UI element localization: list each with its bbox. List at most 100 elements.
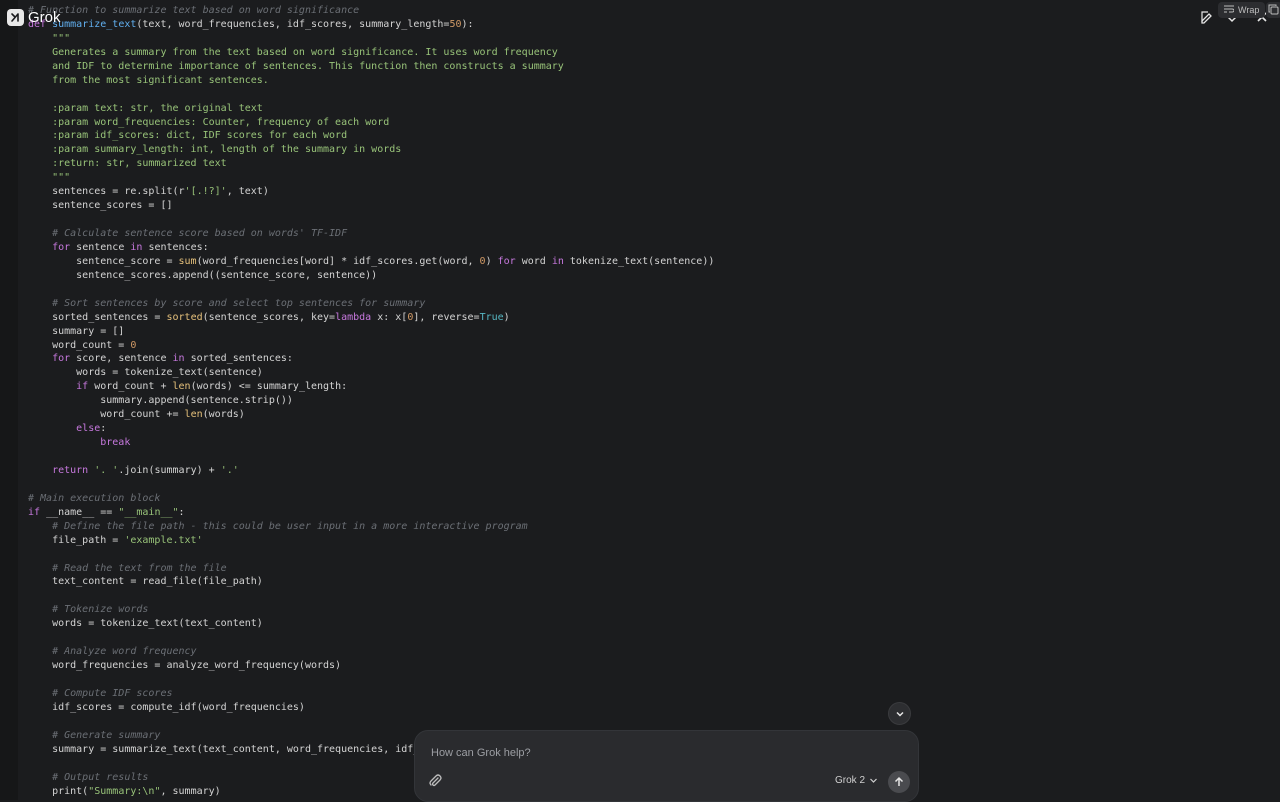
code-token: # Read the text from the file: [28, 562, 227, 574]
code-token: (words): [202, 409, 245, 421]
code-token: ): [485, 255, 498, 267]
app-logo[interactable]: Grok: [7, 9, 61, 26]
code-token: word: [515, 255, 552, 267]
code-token: ):: [461, 18, 474, 30]
code-line: for score, sentence in sorted_sentences:: [28, 352, 714, 366]
code-token: for: [28, 241, 71, 253]
code-token: sentence_scores.append((sentence_score, …: [28, 269, 378, 281]
code-token: and IDF to determine importance of sente…: [28, 60, 564, 72]
code-token: sorted: [166, 311, 203, 323]
code-line: # Read the text from the file: [28, 562, 714, 576]
code-token: x: x[: [371, 311, 408, 323]
code-token: .join(summary) +: [118, 464, 221, 476]
code-panel: # Function to summarize text based on wo…: [18, 0, 1280, 800]
code-token: lambda: [335, 311, 372, 323]
code-line: :param text: str, the original text: [28, 102, 714, 116]
code-token: # Output results: [28, 771, 149, 783]
code-token: # Define the file path - this could be u…: [28, 520, 528, 532]
code-line: word_frequencies = analyze_word_frequenc…: [28, 659, 714, 673]
code-token: (words) <= summary_length:: [190, 381, 348, 393]
wrap-toggle-button[interactable]: Wrap: [1218, 2, 1266, 18]
scroll-to-bottom-button[interactable]: [888, 702, 911, 725]
code-token: summary = []: [28, 325, 125, 337]
code-token: # Calculate sentence score based on word…: [28, 228, 348, 239]
code-token: sentence_score =: [28, 255, 179, 267]
code-token: from the most significant sentences.: [28, 74, 269, 86]
code-token: :param idf_scores: dict, IDF scores for …: [28, 130, 348, 142]
code-token: sentence_scores = []: [28, 200, 173, 212]
code-line: # Function to summarize text based on wo…: [28, 4, 714, 18]
code-token: word_count =: [28, 339, 131, 351]
code-token: sentences = re.split(r: [28, 186, 185, 198]
code-token: :param summary_length: int, length of th…: [28, 144, 402, 156]
code-token: 'example.txt': [124, 534, 203, 546]
code-token: in: [172, 353, 185, 365]
code-token: in: [551, 255, 564, 267]
code-token: else: [28, 423, 101, 435]
code-token: score, sentence: [70, 353, 173, 365]
code-token: (text, word_frequencies, idf_scores, sum…: [136, 18, 450, 30]
paperclip-icon[interactable]: [427, 773, 443, 789]
code-token: """: [28, 172, 71, 184]
code-line: # Main execution block: [28, 492, 714, 506]
code-token: words = tokenize_text(sentence): [28, 367, 263, 379]
code-token: return: [28, 464, 89, 476]
code-line: break: [28, 436, 714, 450]
code-token: ): [503, 311, 510, 323]
chevron-down-icon: [870, 778, 877, 783]
copy-code-button[interactable]: [1266, 2, 1280, 18]
code-token: summary.append(sentence.strip()): [28, 395, 293, 407]
code-line: # Define the file path - this could be u…: [28, 520, 714, 534]
code-line: # Sort sentences by score and select top…: [28, 297, 714, 311]
code-line: if word_count + len(words) <= summary_le…: [28, 380, 714, 394]
code-token: word_count +=: [28, 409, 185, 421]
code-line: :param word_frequencies: Counter, freque…: [28, 116, 714, 130]
code-token: (word_frequencies[word] * idf_scores.get…: [196, 255, 480, 267]
code-token: :return: str, summarized text: [28, 158, 227, 170]
code-line: :return: str, summarized text: [28, 157, 714, 171]
model-selector[interactable]: Grok 2: [835, 775, 878, 786]
code-line: :param summary_length: int, length of th…: [28, 143, 714, 157]
code-line: return '. '.join(summary) + '.': [28, 464, 714, 478]
code-line: from the most significant sentences.: [28, 74, 714, 88]
code-token: file_path =: [28, 534, 125, 546]
arrow-up-icon: [894, 776, 904, 786]
code-token: sentences:: [142, 241, 209, 253]
send-button[interactable]: [888, 771, 910, 793]
code-token: # Main execution block: [28, 492, 161, 504]
code-line: # Compute IDF scores: [28, 687, 714, 701]
code-token: break: [28, 437, 131, 449]
code-token: len: [184, 409, 203, 421]
chat-composer: Grok 2: [414, 730, 919, 802]
code-token: in: [130, 241, 143, 253]
code-token: print(: [28, 785, 89, 797]
code-token: """: [28, 32, 71, 44]
code-token: tokenize_text(sentence)): [563, 255, 715, 267]
wrap-icon: [1224, 5, 1235, 15]
app-name: Grok: [28, 9, 61, 26]
code-token: word_frequencies = analyze_word_frequenc…: [28, 660, 342, 672]
code-line: word_count = 0: [28, 339, 714, 353]
code-token: :: [178, 506, 185, 518]
code-token: sorted_sentences:: [184, 353, 293, 365]
code-token: "Summary:\n": [88, 785, 161, 797]
edit-icon[interactable]: [1197, 7, 1217, 27]
code-line: file_path = 'example.txt': [28, 534, 714, 548]
code-line: idf_scores = compute_idf(word_frequencie…: [28, 701, 714, 715]
prompt-input[interactable]: [429, 743, 903, 763]
code-line: sorted_sentences = sorted(sentence_score…: [28, 311, 714, 325]
code-token: word_count +: [88, 381, 173, 393]
code-token: '[.!?]': [184, 186, 227, 198]
code-token: , summary): [160, 785, 221, 797]
copy-icon: [1268, 4, 1279, 15]
code-line: for sentence in sentences:: [28, 241, 714, 255]
code-token: # Sort sentences by score and select top…: [28, 297, 426, 309]
